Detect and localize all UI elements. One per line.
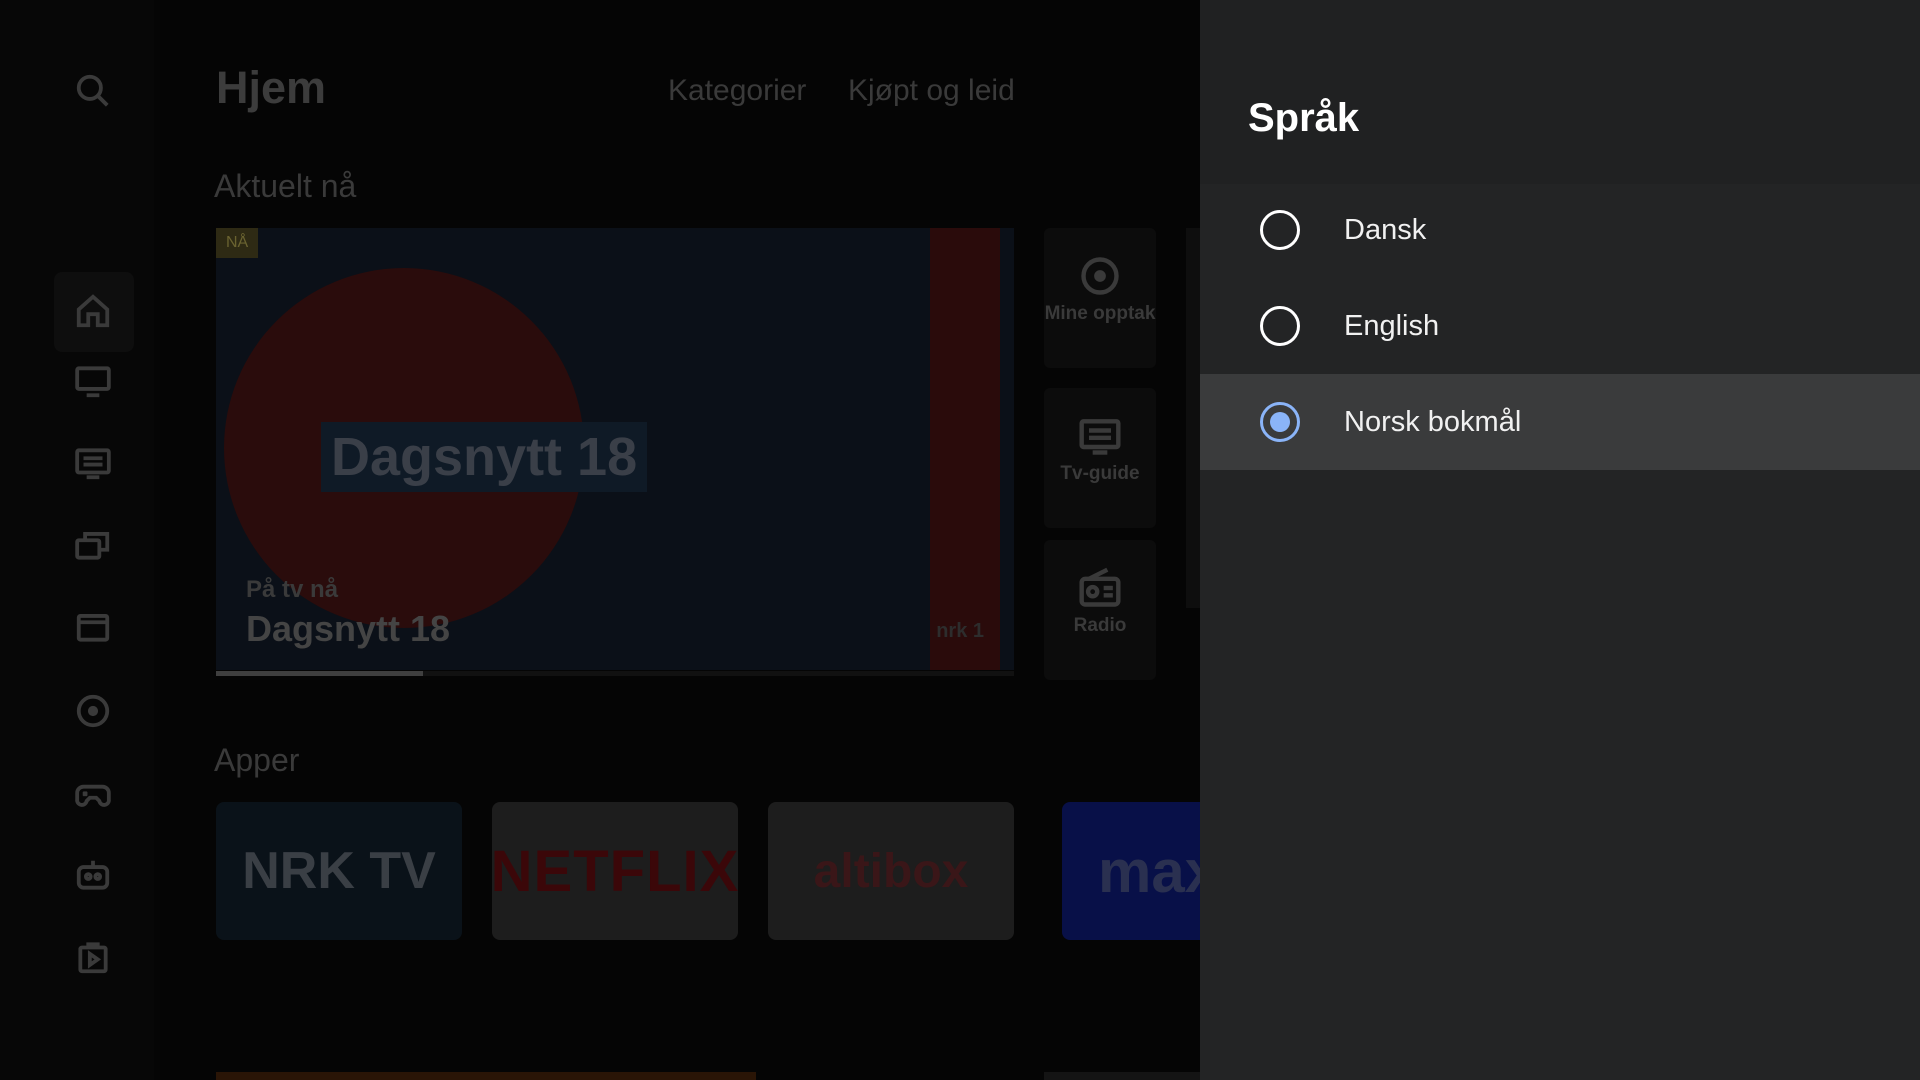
progress-fill [216, 671, 423, 676]
search-icon[interactable] [70, 68, 116, 114]
app-nrk-tv[interactable]: NRK TV [216, 802, 462, 940]
tile-mine-opptak[interactable]: Mine opptak [1044, 228, 1156, 368]
live-badge: NÅ [216, 228, 259, 258]
tv-guide-icon [1079, 419, 1121, 455]
tile-label: Radio [1073, 615, 1127, 636]
app-max[interactable]: max [1062, 802, 1218, 940]
app-altibox[interactable]: altibox [768, 802, 1014, 940]
radio-button-selected[interactable] [1260, 402, 1300, 442]
movies-icon[interactable] [70, 604, 116, 650]
tile-tv-guide[interactable]: Tv-guide [1044, 388, 1156, 528]
side-rail [0, 0, 154, 1080]
page-title: Hjem [216, 62, 327, 113]
tab-kategorier[interactable]: Kategorier [668, 74, 806, 108]
next-tile-edge [1186, 228, 1200, 608]
hero-artwork-bar [930, 228, 1000, 670]
option-label: Norsk bokmål [1344, 405, 1522, 438]
record-icon[interactable] [70, 688, 116, 734]
channel-logo: nrk 1 [936, 620, 984, 642]
games-icon[interactable] [70, 770, 116, 816]
hero-subtitle: På tv nå [246, 576, 339, 603]
hero-logo-text: Dagsnytt 18 [321, 422, 648, 492]
option-english[interactable]: English [1200, 278, 1920, 374]
option-dansk[interactable]: Dansk [1200, 182, 1920, 278]
tile-radio[interactable]: Radio [1044, 540, 1156, 680]
language-panel: Språk Dansk English Norsk bokmål [1200, 0, 1920, 1080]
section-title-apps: Apper [214, 742, 300, 778]
tab-kjopt-og-leid[interactable]: Kjøpt og leid [848, 74, 1015, 108]
tile-label: Tv-guide [1060, 463, 1140, 484]
kids-icon[interactable] [70, 852, 116, 898]
radio-icon [1079, 567, 1121, 607]
tv-guide-icon[interactable] [70, 440, 116, 486]
option-label: English [1344, 309, 1440, 342]
play-store-icon[interactable] [70, 934, 116, 980]
record-icon [1081, 257, 1119, 295]
home-icon[interactable] [70, 288, 116, 334]
panel-title: Språk [1248, 96, 1360, 140]
hero-card[interactable]: Dagsnytt 18 NÅ På tv nå Dagsnytt 18 nrk … [216, 228, 1014, 670]
radio-button[interactable] [1260, 306, 1300, 346]
panel-header: Språk [1200, 0, 1920, 184]
radio-button[interactable] [1260, 210, 1300, 250]
library-icon[interactable] [70, 522, 116, 568]
tv-icon[interactable] [70, 358, 116, 404]
option-label: Dansk [1344, 213, 1427, 246]
next-row-peek [216, 1072, 756, 1080]
option-norsk-bokmal[interactable]: Norsk bokmål [1200, 374, 1920, 470]
hero-program-title: Dagsnytt 18 [246, 608, 451, 649]
app-netflix[interactable]: NETFLIX [491, 802, 738, 940]
section-title-now: Aktuelt nå [214, 168, 357, 204]
tile-label: Mine opptak [1044, 303, 1156, 324]
next-row-peek [1044, 1072, 1200, 1080]
